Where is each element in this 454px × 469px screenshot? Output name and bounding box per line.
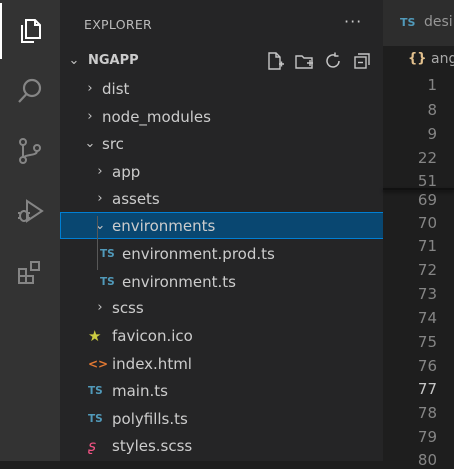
- line-number: 74: [417, 309, 437, 327]
- tree-item-label: assets: [112, 189, 160, 208]
- chevron-down-icon: ⌄: [68, 53, 80, 68]
- tree-item-main-ts[interactable]: TS main.ts: [60, 377, 411, 404]
- refresh-icon[interactable]: [323, 51, 343, 71]
- editor-area: TS desi {} ang 1 8 9 22 51 69 70 71 72 7…: [383, 0, 454, 469]
- typescript-file-icon: TS: [88, 412, 103, 425]
- tree-item-label: main.ts: [112, 381, 168, 400]
- extensions-icon[interactable]: [0, 245, 60, 301]
- tree-item-label: environments: [112, 216, 216, 235]
- chevron-down-icon: ⌄: [84, 136, 96, 151]
- tree-item-label: styles.scss: [112, 436, 193, 455]
- source-control-icon[interactable]: [0, 123, 60, 179]
- tree-item-environment-ts[interactable]: TS environment.ts: [60, 268, 423, 295]
- tree-item-assets[interactable]: › assets: [60, 185, 415, 212]
- collapse-all-icon[interactable]: [352, 51, 372, 71]
- scss-file-icon: ʂ: [88, 436, 96, 455]
- tree-item-label: node_modules: [102, 107, 211, 126]
- line-number: 69: [417, 191, 437, 209]
- tree-item-environment-prod-ts[interactable]: TS environment.prod.ts: [60, 240, 423, 267]
- tree-item-label: index.html: [112, 354, 192, 373]
- more-actions-icon[interactable]: ···: [344, 12, 362, 31]
- tree-item-polyfills-ts[interactable]: TS polyfills.ts: [60, 405, 411, 432]
- line-number: 9: [427, 125, 437, 143]
- tree-item-src[interactable]: ⌄ src: [60, 130, 405, 157]
- line-number: 22: [417, 149, 437, 167]
- chevron-right-icon: ›: [87, 109, 93, 124]
- project-actions: [265, 50, 372, 72]
- line-number: 70: [417, 214, 437, 232]
- explorer-header: EXPLORER ···: [60, 0, 383, 50]
- tree-item-label: dist: [102, 79, 130, 98]
- typescript-file-icon: TS: [400, 16, 416, 29]
- new-folder-icon[interactable]: [294, 51, 314, 71]
- sticky-scroll-divider: [383, 188, 454, 190]
- search-icon[interactable]: [0, 63, 60, 119]
- tree-item-label: polyfills.ts: [112, 409, 188, 428]
- tree-item-node-modules[interactable]: › node_modules: [60, 103, 405, 130]
- tree-item-environments[interactable]: ⌄ environments: [60, 212, 415, 239]
- braces-icon: {}: [408, 51, 427, 66]
- tree-item-label: scss: [112, 298, 144, 317]
- typescript-file-icon: TS: [100, 247, 115, 260]
- tree-item-dist[interactable]: › dist: [60, 75, 405, 102]
- typescript-file-icon: TS: [88, 384, 103, 397]
- editor-tab[interactable]: TS desi: [383, 0, 454, 46]
- tree-item-label: app: [112, 162, 141, 181]
- tree-item-favicon[interactable]: ★ favicon.ico: [60, 322, 411, 349]
- tree-item-app[interactable]: › app: [60, 158, 415, 185]
- line-number: 78: [417, 404, 437, 422]
- tree-item-label: environment.prod.ts: [122, 244, 275, 263]
- breadcrumb[interactable]: ang: [431, 51, 454, 67]
- tree-item-label: src: [102, 134, 124, 153]
- run-debug-icon[interactable]: [0, 183, 60, 239]
- line-number: 8: [427, 101, 437, 119]
- current-line-number: 77: [417, 380, 437, 398]
- line-number: 72: [417, 261, 437, 279]
- line-number: 80: [417, 451, 437, 469]
- chevron-down-icon: ⌄: [94, 218, 106, 233]
- star-icon: ★: [88, 326, 102, 345]
- line-number: 71: [417, 237, 437, 255]
- line-number: 79: [417, 428, 437, 446]
- explorer-sidebar: EXPLORER ··· ⌄ NGAPP › dist › node_modul…: [60, 0, 415, 461]
- tab-label: desi: [424, 14, 453, 30]
- line-number: 1: [427, 76, 437, 94]
- files-icon[interactable]: [0, 3, 60, 59]
- tree-item-index-html[interactable]: <> index.html: [60, 350, 411, 377]
- tree-item-styles-scss[interactable]: ʂ styles.scss: [60, 432, 411, 459]
- line-number: 76: [417, 357, 437, 375]
- tree-item-label: environment.ts: [122, 272, 236, 291]
- chevron-right-icon: ›: [87, 81, 93, 96]
- chevron-right-icon: ›: [97, 300, 103, 315]
- line-number: 75: [417, 333, 437, 351]
- tree-item-scss[interactable]: › scss: [60, 294, 415, 321]
- project-label: NGAPP: [88, 53, 139, 68]
- chevron-right-icon: ›: [97, 164, 103, 179]
- tree-item-label: favicon.ico: [112, 326, 193, 345]
- line-number: 73: [417, 285, 437, 303]
- explorer-title: EXPLORER: [84, 17, 153, 32]
- typescript-file-icon: TS: [100, 275, 115, 288]
- new-file-icon[interactable]: [265, 51, 285, 71]
- activity-bar: [0, 0, 60, 461]
- chevron-right-icon: ›: [97, 191, 103, 206]
- html-file-icon: <>: [88, 356, 109, 371]
